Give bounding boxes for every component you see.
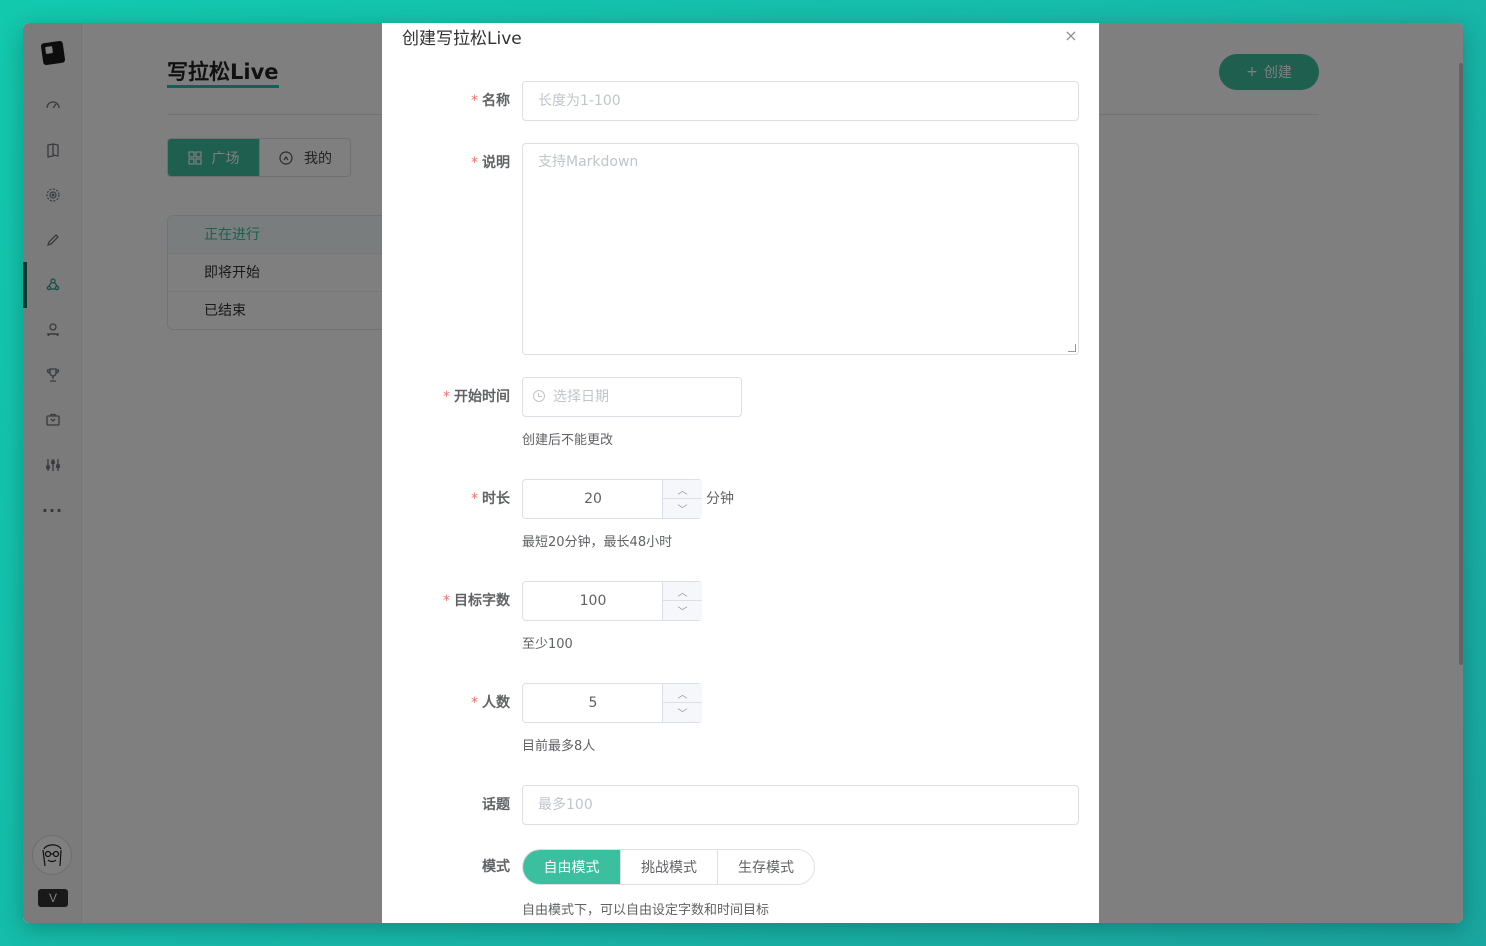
mode-hint: 自由模式下，可以自由设定字数和时间目标 [522, 903, 770, 918]
chevron-up-icon[interactable]: ︿ [663, 480, 702, 499]
start-date-picker[interactable]: 选择日期 [522, 377, 742, 417]
desc-textarea[interactable]: 支持Markdown [522, 143, 1079, 355]
duration-unit: 分钟 [706, 491, 734, 507]
name-label: * 名称 [471, 93, 510, 109]
clock-icon [533, 390, 545, 402]
target-hint: 至少100 [522, 637, 573, 652]
people-value[interactable]: 5 [523, 684, 663, 722]
target-value[interactable]: 100 [523, 582, 663, 620]
topic-label: 话题 [482, 797, 510, 813]
start-label: * 开始时间 [443, 389, 510, 405]
chevron-up-icon[interactable]: ︿ [663, 684, 702, 703]
mode-selector: 自由模式 挑战模式 生存模式 [522, 849, 815, 885]
name-input[interactable]: 长度为1-100 [522, 81, 1079, 121]
close-icon[interactable]: × [1062, 27, 1080, 45]
people-hint: 目前最多8人 [522, 739, 596, 754]
topic-input[interactable]: 最多100 [522, 785, 1079, 825]
target-label: * 目标字数 [443, 593, 510, 609]
start-date-placeholder: 选择日期 [553, 389, 609, 405]
duration-hint: 最短20分钟，最长48小时 [522, 535, 673, 550]
chevron-down-icon[interactable]: ﹀ [663, 601, 702, 620]
app-window: ··· V 写拉松Live + 创建 广场 我的 正在进行 即将开始 已结束 创… [23, 23, 1463, 923]
target-stepper[interactable]: 100 ︿ ﹀ [522, 581, 702, 621]
chevron-up-icon[interactable]: ︿ [663, 582, 702, 601]
chevron-down-icon[interactable]: ﹀ [663, 703, 702, 722]
mode-survival-button[interactable]: 生存模式 [717, 850, 814, 884]
mode-challenge-button[interactable]: 挑战模式 [620, 850, 717, 884]
duration-label: * 时长 [471, 491, 510, 507]
mode-free-button[interactable]: 自由模式 [523, 850, 620, 884]
mode-label: 模式 [482, 859, 510, 875]
desc-label: * 说明 [471, 155, 510, 171]
create-live-dialog: 创建写拉松Live × * 名称 长度为1-100 * 说明 支持Markdown … [382, 23, 1099, 923]
chevron-down-icon[interactable]: ﹀ [663, 499, 702, 518]
people-label: * 人数 [471, 695, 510, 711]
people-stepper[interactable]: 5 ︿ ﹀ [522, 683, 702, 723]
duration-stepper[interactable]: 20 ︿ ﹀ [522, 479, 702, 519]
dialog-title: 创建写拉松Live [402, 29, 522, 49]
duration-value[interactable]: 20 [523, 480, 663, 518]
start-hint: 创建后不能更改 [522, 433, 614, 448]
